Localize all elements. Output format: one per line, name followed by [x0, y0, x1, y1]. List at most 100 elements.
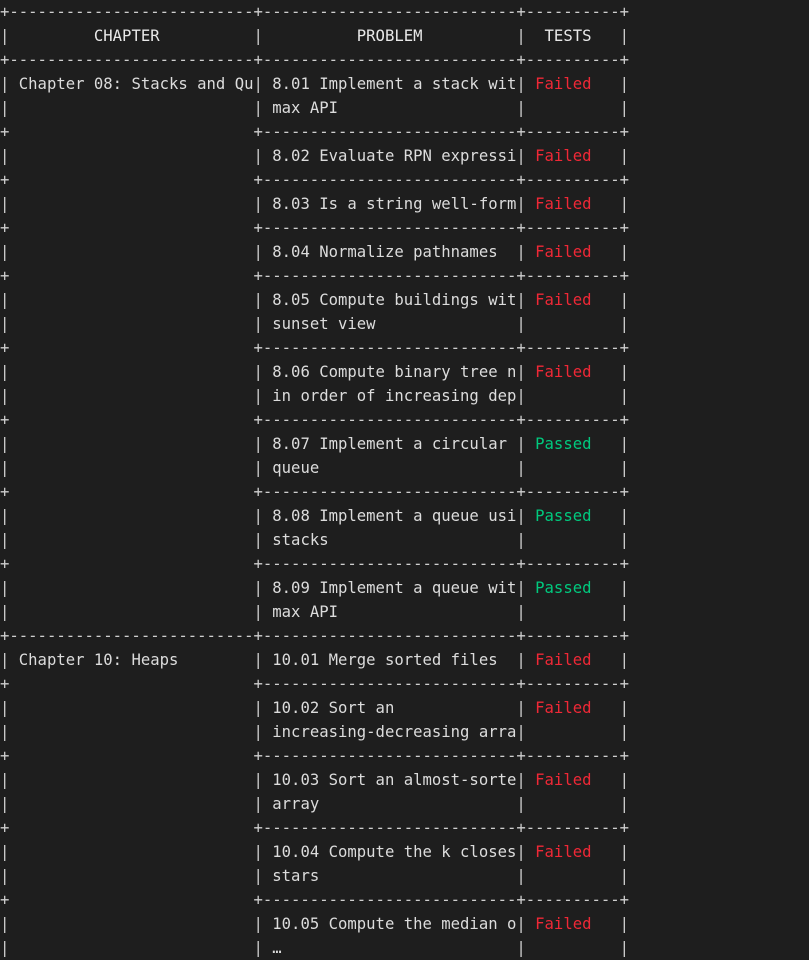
- table-inner-rule: + +---------------------------+---------…: [0, 891, 630, 909]
- tests-cell-pad: [526, 435, 535, 453]
- cell-divider: |: [516, 363, 526, 381]
- tests-cell-pad: [526, 195, 535, 213]
- cell-divider: |: [0, 291, 10, 309]
- cell-divider: |: [516, 651, 526, 669]
- status-badge: [535, 531, 620, 549]
- cell-divider: |: [619, 291, 630, 309]
- status-badge: Failed: [535, 147, 620, 165]
- cell-divider: |: [253, 75, 263, 93]
- cell-divider: |: [253, 603, 263, 621]
- cell-divider: |: [619, 915, 630, 933]
- status-badge: Passed: [535, 435, 620, 453]
- chapter-cell: [9, 771, 253, 789]
- cell-divider: |: [516, 507, 526, 525]
- problem-cell: 8.08 Implement a queue usi: [262, 507, 517, 525]
- cell-divider: |: [516, 459, 526, 477]
- cell-divider: |: [516, 99, 526, 117]
- cell-divider: |: [0, 99, 10, 117]
- terminal-ascii-table: +--------------------------+------------…: [0, 0, 809, 957]
- cell-divider: |: [516, 387, 526, 405]
- cell-divider: |: [619, 99, 630, 117]
- tests-cell-pad: [526, 507, 535, 525]
- status-badge: Failed: [535, 699, 620, 717]
- cell-divider: |: [253, 699, 263, 717]
- cell-divider: |: [0, 603, 10, 621]
- cell-divider: |: [516, 699, 526, 717]
- cell-divider: |: [516, 435, 526, 453]
- cell-divider: |: [619, 699, 630, 717]
- table-row: | | 10.04 Compute the k closes| Failed |: [0, 840, 809, 864]
- table-inner-rule: + +---------------------------+---------…: [0, 219, 630, 237]
- cell-divider: |: [253, 459, 263, 477]
- problem-cell: 10.05 Compute the median o: [262, 915, 517, 933]
- chapter-cell: [9, 435, 253, 453]
- cell-divider: |: [619, 195, 630, 213]
- problem-cell: …: [262, 939, 517, 957]
- cell-divider: |: [253, 867, 263, 885]
- table-row: | | 8.03 Is a string well-form| Failed |: [0, 192, 809, 216]
- cell-divider: |: [0, 915, 10, 933]
- cell-divider: |: [0, 651, 10, 669]
- problem-separator: + +---------------------------+---------…: [0, 168, 809, 192]
- cell-divider: |: [619, 507, 630, 525]
- cell-divider: |: [516, 795, 526, 813]
- table-row-continuation: | | max API | |: [0, 600, 809, 624]
- cell-divider: |: [253, 915, 263, 933]
- problem-cell: 10.03 Sort an almost-sorte: [262, 771, 517, 789]
- problem-cell: 8.09 Implement a queue wit: [262, 579, 517, 597]
- table-inner-rule: + +---------------------------+---------…: [0, 123, 630, 141]
- cell-divider: |: [253, 147, 263, 165]
- problem-cell: 10.01 Merge sorted files: [262, 651, 517, 669]
- cell-divider: |: [516, 531, 526, 549]
- cell-divider: |: [619, 531, 630, 549]
- table-row-continuation: | | queue | |: [0, 456, 809, 480]
- status-badge: [535, 795, 620, 813]
- tests-cell-pad: [526, 915, 535, 933]
- tests-cell-pad: [526, 723, 535, 741]
- tests-cell-pad: [526, 843, 535, 861]
- status-badge: Failed: [535, 243, 620, 261]
- problem-cell: 8.02 Evaluate RPN expressi: [262, 147, 517, 165]
- status-badge: [535, 99, 620, 117]
- table-row: | Chapter 10: Heaps | 10.01 Merge sorted…: [0, 648, 809, 672]
- tests-cell-pad: [526, 459, 535, 477]
- cell-divider: |: [619, 579, 630, 597]
- cell-divider: |: [0, 243, 10, 261]
- cell-divider: |: [0, 147, 10, 165]
- cell-divider: |: [253, 291, 263, 309]
- cell-divider: |: [516, 915, 526, 933]
- chapter-cell: [9, 195, 253, 213]
- status-badge: Failed: [535, 843, 620, 861]
- chapter-cell: [9, 459, 253, 477]
- cell-divider: |: [253, 579, 263, 597]
- status-badge: Failed: [535, 771, 620, 789]
- problem-cell: 8.06 Compute binary tree n: [262, 363, 517, 381]
- cell-divider: |: [619, 939, 630, 957]
- status-badge: Failed: [535, 915, 620, 933]
- cell-divider: |: [516, 195, 526, 213]
- status-badge: [535, 459, 620, 477]
- cell-divider: |: [619, 435, 630, 453]
- chapter-cell: [9, 531, 253, 549]
- cell-divider: |: [516, 243, 526, 261]
- problem-cell: 8.05 Compute buildings wit: [262, 291, 517, 309]
- tests-cell-pad: [526, 795, 535, 813]
- chapter-cell: [9, 291, 253, 309]
- cell-divider: |: [253, 363, 263, 381]
- cell-divider: |: [619, 771, 630, 789]
- cell-divider: |: [253, 771, 263, 789]
- cell-divider: |: [253, 27, 263, 45]
- status-badge: [535, 939, 620, 957]
- cell-divider: |: [619, 315, 630, 333]
- table-inner-rule: + +---------------------------+---------…: [0, 267, 630, 285]
- cell-divider: |: [619, 363, 630, 381]
- chapter-cell: [9, 915, 253, 933]
- cell-divider: |: [0, 531, 10, 549]
- cell-divider: |: [0, 195, 10, 213]
- cell-divider: |: [516, 315, 526, 333]
- chapter-cell: [9, 387, 253, 405]
- problem-cell: sunset view: [262, 315, 517, 333]
- table-inner-rule: + +---------------------------+---------…: [0, 819, 630, 837]
- cell-divider: |: [0, 315, 10, 333]
- table-row-continuation: | | stacks | |: [0, 528, 809, 552]
